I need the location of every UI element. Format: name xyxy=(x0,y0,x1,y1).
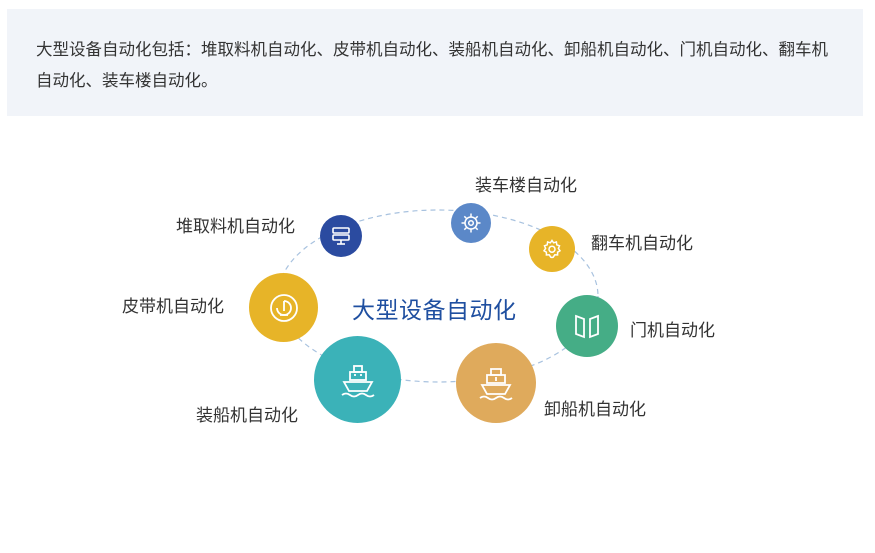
gate-icon xyxy=(575,314,599,339)
belt-conveyor-node xyxy=(249,273,318,342)
loading-station-node xyxy=(451,203,491,243)
ship-unloader-node xyxy=(456,343,536,423)
gear-icon xyxy=(542,239,562,259)
intro-panel: 大型设备自动化包括：堆取料机自动化、皮带机自动化、装船机自动化、卸船机自动化、门… xyxy=(7,9,863,116)
portal-crane-node xyxy=(556,295,618,357)
ship-loader-node xyxy=(314,336,401,423)
gear-cog-icon xyxy=(461,213,481,233)
stacker-reclaimer-node xyxy=(320,215,362,257)
belt-conveyor-label: 皮带机自动化 xyxy=(122,297,224,317)
loading-station-label: 装车楼自动化 xyxy=(475,176,577,196)
orbit-ring xyxy=(277,209,599,383)
belt-roller-icon xyxy=(269,293,298,322)
ship-icon xyxy=(340,364,375,397)
center-title: 大型设备自动化 xyxy=(352,298,517,324)
stacker-reclaimer-label: 堆取料机自动化 xyxy=(176,217,295,237)
ship-unloader-label: 卸船机自动化 xyxy=(544,400,646,420)
ship-unload-icon xyxy=(479,368,513,401)
automation-diagram: 大型设备自动化 堆取料机自动化 装车楼自动化 翻车机自动化 皮带机自动化 门机自… xyxy=(0,116,875,553)
ship-loader-label: 装船机自动化 xyxy=(196,406,298,426)
intro-text: 大型设备自动化包括：堆取料机自动化、皮带机自动化、装船机自动化、卸船机自动化、门… xyxy=(36,40,828,90)
car-dumper-label: 翻车机自动化 xyxy=(591,234,693,254)
stacker-reclaimer-icon xyxy=(332,227,350,245)
car-dumper-node xyxy=(529,226,575,272)
portal-crane-label: 门机自动化 xyxy=(630,321,715,341)
